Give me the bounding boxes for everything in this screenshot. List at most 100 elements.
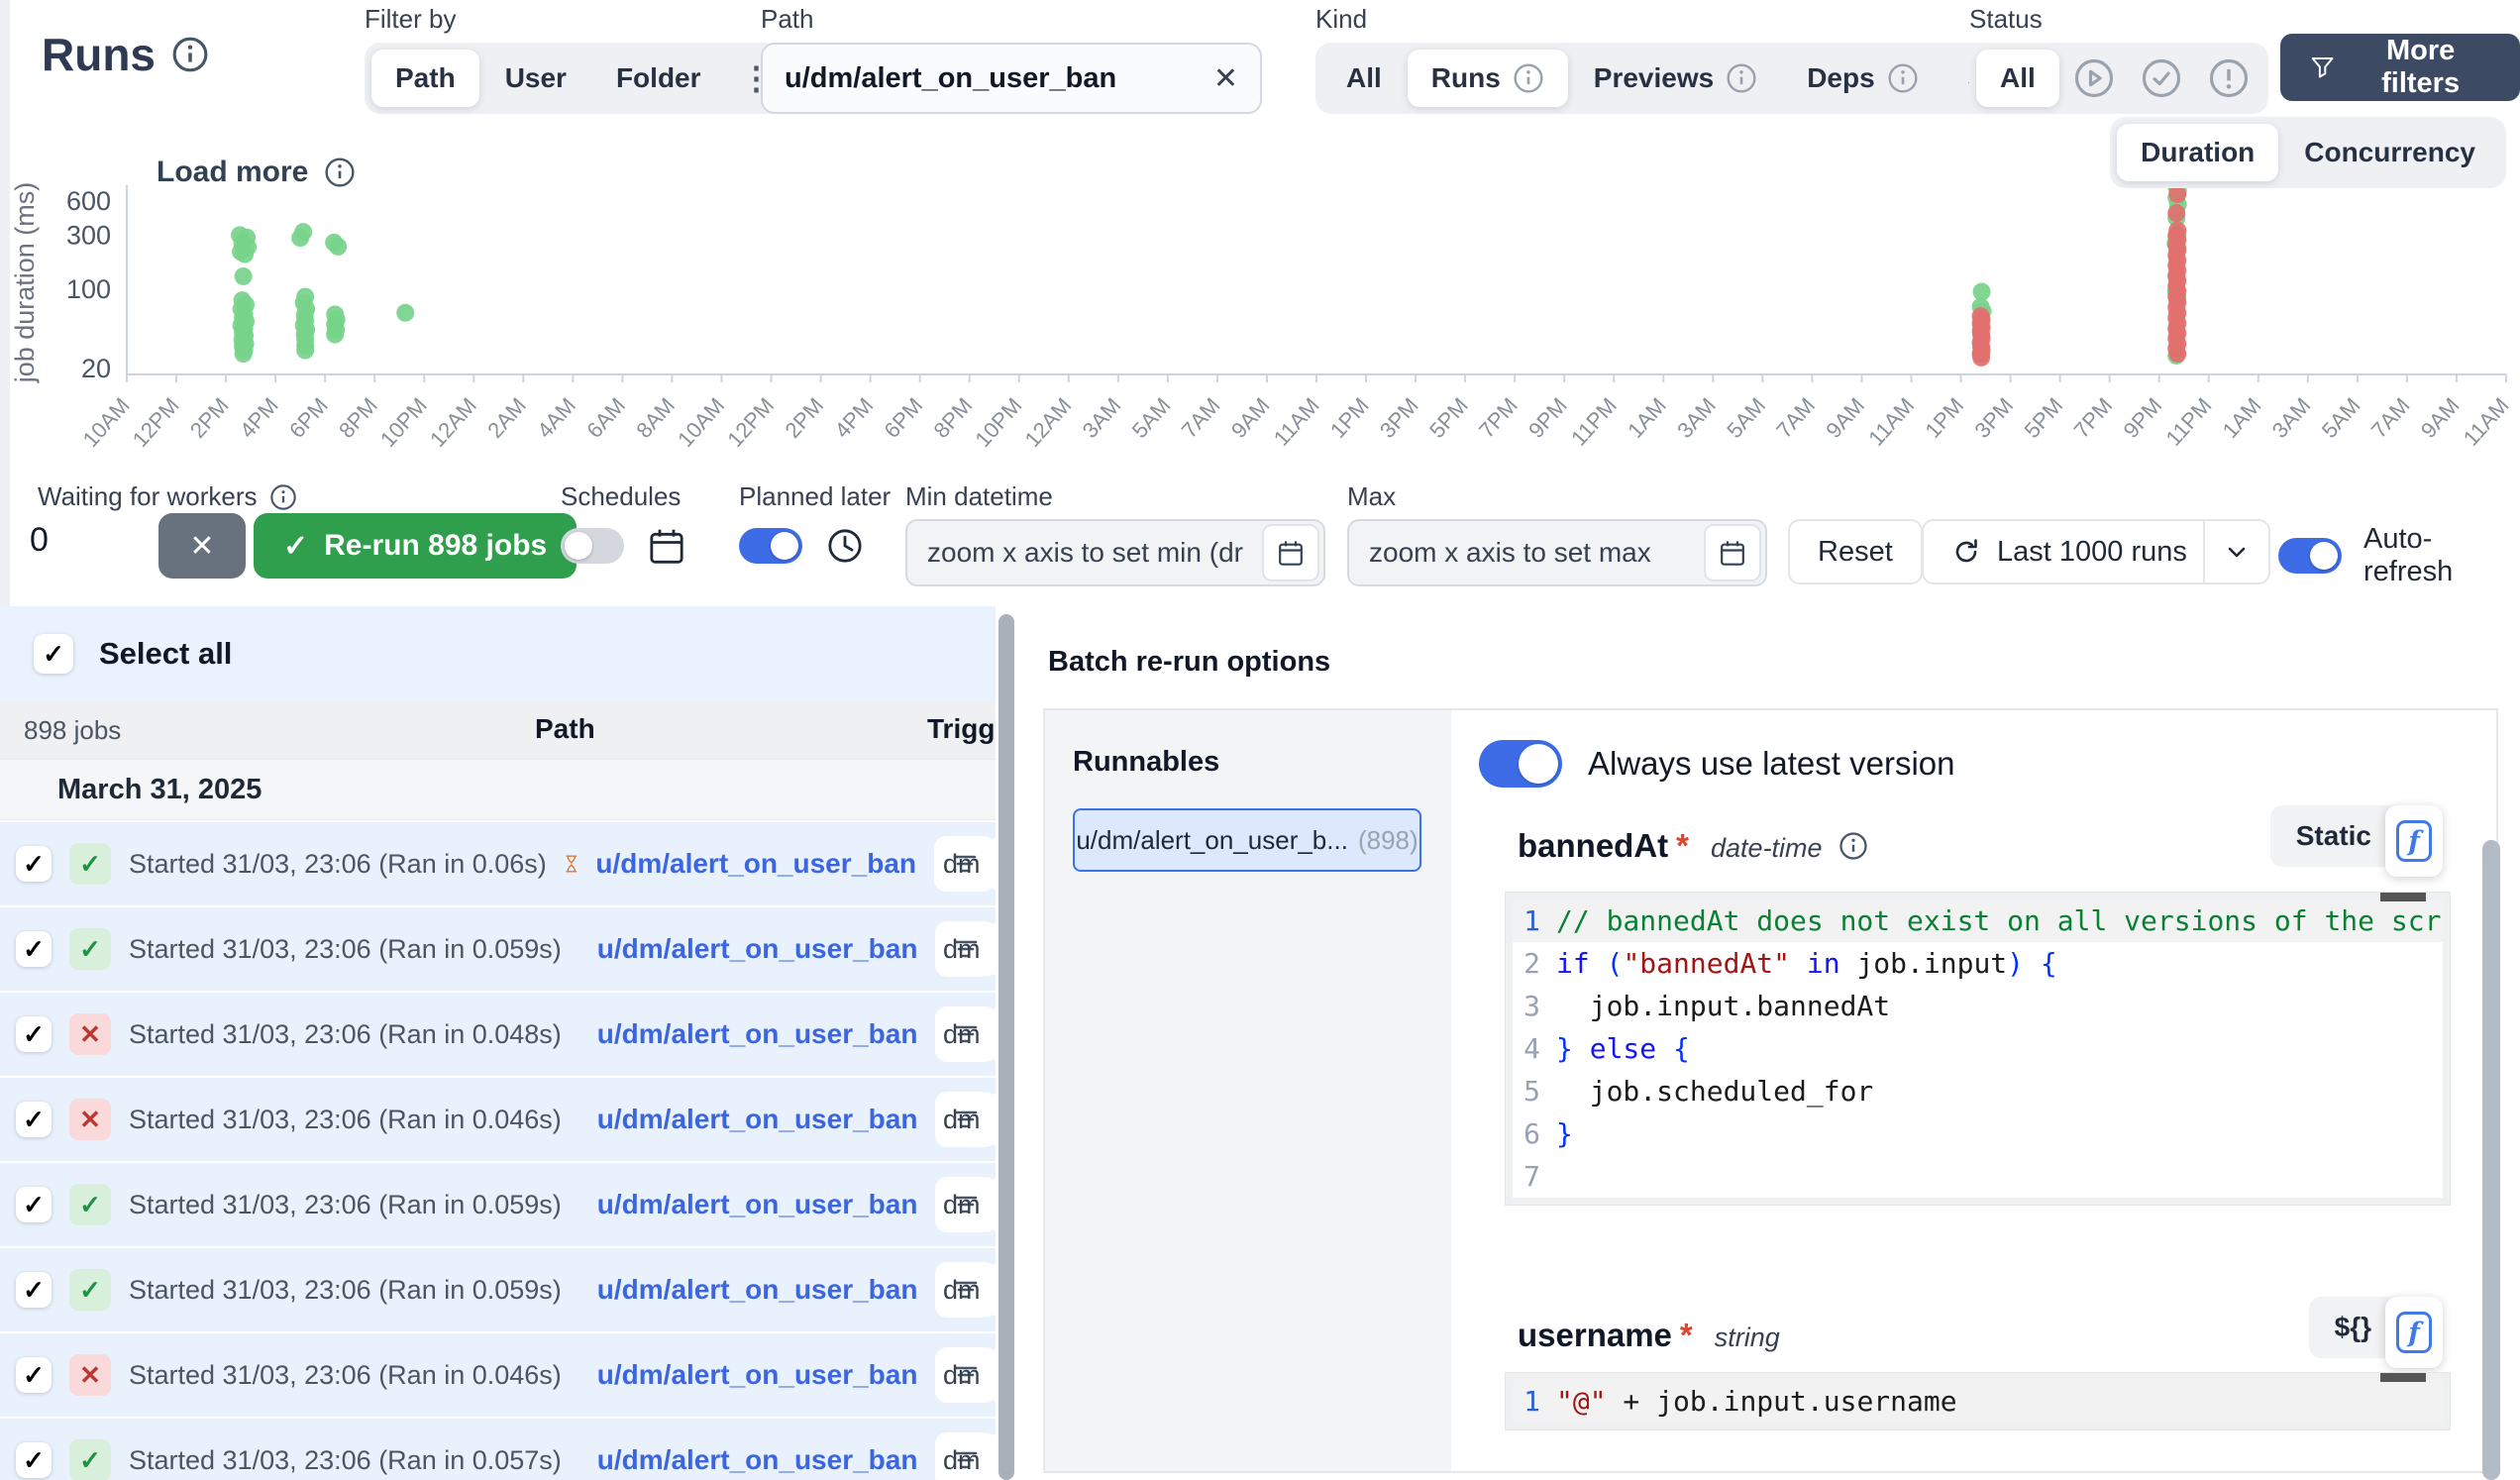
- planned-later-toggle[interactable]: [739, 528, 802, 564]
- schedules-toggle[interactable]: [561, 528, 624, 564]
- javascript-mode-button[interactable]: f: [2385, 1297, 2443, 1368]
- max-datetime-input[interactable]: zoom x axis to set max: [1347, 519, 1767, 586]
- mode-static-label[interactable]: Static: [2296, 820, 2371, 852]
- run-dot-success[interactable]: [326, 326, 344, 344]
- row-checkbox[interactable]: ✓: [16, 1187, 52, 1222]
- kind-option-previews[interactable]: Previews: [1570, 50, 1781, 107]
- x-tick-label: 6PM: [284, 393, 333, 443]
- panel-scrollbar[interactable]: [2482, 840, 2500, 1480]
- run-path-link[interactable]: u/dm/alert_on_user_ban: [597, 1359, 918, 1391]
- editor-hscrollbar[interactable]: [2380, 893, 2426, 901]
- status-all[interactable]: All: [1976, 50, 2059, 107]
- code-line[interactable]: 5 job.scheduled_for: [1513, 1070, 2443, 1112]
- row-action-button[interactable]: [989, 1347, 996, 1403]
- row-action-button[interactable]: [989, 1432, 996, 1480]
- check-circle-icon[interactable]: [2141, 57, 2182, 99]
- run-row[interactable]: ✓✓Started 31/03, 23:06 (Ran in 0.059s)u/…: [0, 1248, 996, 1331]
- run-dot-success[interactable]: [236, 246, 254, 264]
- row-checkbox[interactable]: ✓: [16, 1357, 52, 1393]
- code-line[interactable]: 1"@" + job.input.username: [1513, 1380, 2443, 1423]
- runs-count-dropdown[interactable]: [2203, 521, 2268, 582]
- row-action-button[interactable]: [989, 1177, 996, 1232]
- run-row[interactable]: ✓✓Started 31/03, 23:06 (Ran in 0.059s)u/…: [0, 1163, 996, 1246]
- load-more-button[interactable]: Load more: [157, 156, 356, 189]
- list-scrollbar[interactable]: [998, 614, 1014, 1480]
- rerun-jobs-button[interactable]: ✓ Re-run 898 jobs: [254, 513, 577, 579]
- info-icon[interactable]: [171, 36, 209, 73]
- cancel-selection-button[interactable]: ✕: [158, 513, 246, 579]
- run-dot-success[interactable]: [296, 342, 314, 360]
- row-action-button[interactable]: [989, 1262, 996, 1318]
- alert-circle-icon[interactable]: [2208, 57, 2250, 99]
- path-filter-input[interactable]: u/dm/alert_on_user_ban ✕: [761, 43, 1262, 114]
- run-dot-success[interactable]: [235, 345, 253, 363]
- row-action-button[interactable]: [989, 1006, 996, 1062]
- run-path-link[interactable]: u/dm/alert_on_user_ban: [597, 933, 918, 965]
- row-checkbox[interactable]: ✓: [16, 931, 52, 967]
- play-circle-icon[interactable]: [2073, 57, 2115, 99]
- run-dot-success[interactable]: [291, 229, 309, 247]
- run-dot-success[interactable]: [235, 267, 253, 285]
- min-datetime-input[interactable]: zoom x axis to set min (dr: [905, 519, 1325, 586]
- row-action-button[interactable]: [989, 836, 996, 892]
- row-checkbox[interactable]: ✓: [16, 846, 52, 882]
- filter-by-path[interactable]: Path: [371, 50, 479, 107]
- row-action-button[interactable]: [989, 921, 996, 977]
- tab-concurrency[interactable]: Concurrency: [2280, 124, 2499, 181]
- bannedat-code-editor[interactable]: 1// bannedAt does not exist on all versi…: [1505, 892, 2451, 1206]
- calendar-picker-button[interactable]: [1704, 524, 1761, 581]
- run-dot-success[interactable]: [396, 304, 414, 322]
- latest-version-toggle[interactable]: [1479, 740, 1562, 788]
- javascript-mode-button[interactable]: f: [2385, 805, 2443, 877]
- run-row[interactable]: ✓✕Started 31/03, 23:06 (Ran in 0.046s)u/…: [0, 1078, 996, 1161]
- more-filters-button[interactable]: More filters: [2280, 34, 2520, 101]
- run-dot-success[interactable]: [329, 238, 347, 256]
- auto-refresh-toggle[interactable]: [2278, 538, 2342, 574]
- filter-by-folder[interactable]: Folder: [592, 50, 725, 107]
- run-path-link[interactable]: u/dm/alert_on_user_ban: [597, 1018, 918, 1050]
- code-line[interactable]: 7: [1513, 1155, 2443, 1198]
- run-row[interactable]: ✓✕Started 31/03, 23:06 (Ran in 0.048s)u/…: [0, 993, 996, 1076]
- run-row[interactable]: ✓✓Started 31/03, 23:06 (Ran in 0.059s)u/…: [0, 907, 996, 991]
- runs-count-button[interactable]: Last 1000 runs: [1922, 519, 2270, 584]
- run-dot-failure[interactable]: [2168, 345, 2186, 363]
- row-checkbox[interactable]: ✓: [16, 1272, 52, 1308]
- run-row[interactable]: ✓✓Started 31/03, 23:06 (Ran in 0.06s)u/d…: [0, 822, 996, 905]
- code-line[interactable]: 6}: [1513, 1112, 2443, 1155]
- editor-hscrollbar[interactable]: [2380, 1373, 2426, 1382]
- kind-option-runs[interactable]: Runs: [1408, 50, 1568, 107]
- row-checkbox[interactable]: ✓: [16, 1102, 52, 1137]
- tab-duration[interactable]: Duration: [2117, 124, 2278, 181]
- run-dot-failure[interactable]: [2167, 204, 2185, 222]
- code-line[interactable]: 2if ("bannedAt" in job.input) {: [1513, 942, 2443, 985]
- row-checkbox[interactable]: ✓: [16, 1016, 52, 1052]
- calendar-picker-button[interactable]: [1262, 524, 1319, 581]
- run-path-link[interactable]: u/dm/alert_on_user_ban: [597, 1274, 918, 1306]
- calendar-icon: [1276, 538, 1306, 568]
- kind-option-all[interactable]: All: [1322, 50, 1406, 107]
- select-all-row[interactable]: ✓ Select all: [0, 606, 996, 701]
- code-line[interactable]: 4} else {: [1513, 1027, 2443, 1070]
- kind-option-deps[interactable]: Deps: [1783, 50, 1942, 107]
- select-all-checkbox[interactable]: ✓: [34, 634, 73, 674]
- info-icon[interactable]: [1838, 831, 1868, 861]
- mode-template-label[interactable]: ${}: [2335, 1312, 2371, 1343]
- run-row[interactable]: ✓✕Started 31/03, 23:06 (Ran in 0.046s)u/…: [0, 1333, 996, 1417]
- code-line[interactable]: 1// bannedAt does not exist on all versi…: [1513, 899, 2443, 942]
- run-dot-failure[interactable]: [1972, 349, 1990, 367]
- row-action-button[interactable]: [989, 1092, 996, 1147]
- code-line[interactable]: 3 job.input.bannedAt: [1513, 985, 2443, 1027]
- run-row[interactable]: ✓✓Started 31/03, 23:06 (Ran in 0.057s)u/…: [0, 1419, 996, 1480]
- field-name: bannedAt: [1518, 827, 1668, 865]
- run-path-link[interactable]: u/dm/alert_on_user_ban: [597, 1104, 918, 1135]
- runnable-item[interactable]: u/dm/alert_on_user_b... (898): [1073, 808, 1421, 872]
- reset-button[interactable]: Reset: [1788, 519, 1923, 584]
- username-code-editor[interactable]: 1"@" + job.input.username: [1505, 1372, 2451, 1430]
- run-path-link[interactable]: u/dm/alert_on_user_ban: [595, 848, 916, 880]
- row-checkbox[interactable]: ✓: [16, 1442, 52, 1478]
- line-number: 1: [1513, 1380, 1556, 1423]
- clear-path-icon[interactable]: ✕: [1213, 61, 1238, 96]
- run-path-link[interactable]: u/dm/alert_on_user_ban: [597, 1444, 918, 1476]
- run-path-link[interactable]: u/dm/alert_on_user_ban: [597, 1189, 918, 1220]
- filter-by-user[interactable]: User: [481, 50, 590, 107]
